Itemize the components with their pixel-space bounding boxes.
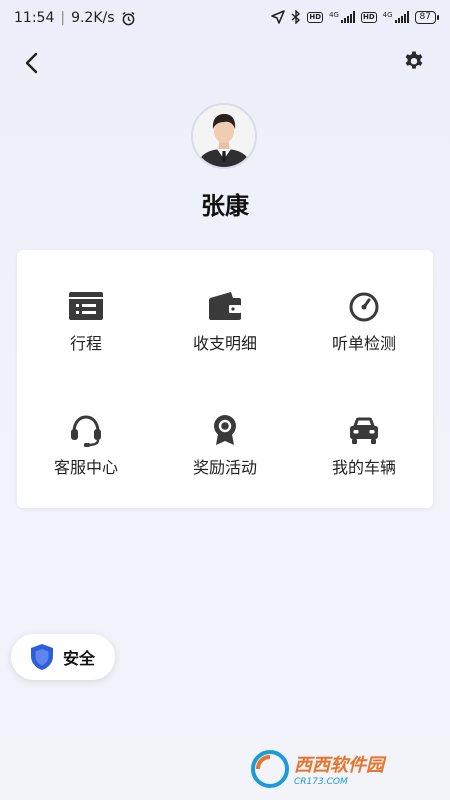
hd-badge-1: HD <box>307 11 324 23</box>
watermark-site: CR173.COM <box>294 777 348 787</box>
safety-label: 安全 <box>63 649 96 668</box>
wallet-icon <box>209 292 241 320</box>
alarm-icon <box>121 11 135 25</box>
watermark-brand: 西西软件园 <box>294 755 384 776</box>
award-icon <box>214 415 236 445</box>
net-label-2: 4G <box>382 11 393 19</box>
itinerary-icon <box>69 292 103 320</box>
battery-indicator: 87 <box>414 10 440 24</box>
function-grid-card: 行程 收支明细 听单检测 客服中心 奖励活动 我的车辆 <box>17 250 433 508</box>
signal-1-icon: 4G <box>329 11 355 23</box>
user-avatar-icon <box>193 105 255 167</box>
grid-item-rewards[interactable]: 奖励活动 <box>156 374 294 484</box>
net-label-1: 4G <box>329 11 339 19</box>
grid-label-my-vehicle: 我的车辆 <box>331 458 396 477</box>
grid-label-rewards: 奖励活动 <box>192 458 257 477</box>
grid-item-itinerary[interactable]: 行程 <box>17 250 155 360</box>
grid-label-wallet: 收支明细 <box>192 334 257 353</box>
shield-icon <box>31 644 53 670</box>
signal-2-icon: 4G <box>383 11 409 23</box>
car-icon <box>350 417 378 444</box>
bluetooth-icon <box>291 10 301 24</box>
hd-badge-2: HD <box>360 11 377 23</box>
grid-item-my-vehicle[interactable]: 我的车辆 <box>295 374 433 484</box>
status-right: HD 4G HD 4G 87 <box>271 10 440 24</box>
grid-item-wallet[interactable]: 收支明细 <box>156 250 294 360</box>
grid-item-order-check[interactable]: 听单检测 <box>295 250 433 360</box>
status-time: 11:54 <box>14 10 55 26</box>
grid-label-customer-service: 客服中心 <box>53 458 118 477</box>
chevron-left-icon[interactable] <box>20 50 46 76</box>
status-divider: | <box>60 10 66 26</box>
safety-button[interactable]: 安全 <box>11 634 115 680</box>
grid-label-itinerary: 行程 <box>69 334 102 353</box>
headset-icon <box>71 415 101 447</box>
status-speed: 9.2K/s <box>71 10 115 26</box>
location-icon <box>271 10 286 24</box>
watermark-logo-icon <box>251 750 289 788</box>
grid-label-order-check: 听单检测 <box>331 334 396 353</box>
status-bar: 11:54 | 9.2K/s HD 4G HD 4G 87 <box>0 0 450 38</box>
gauge-icon <box>349 292 379 322</box>
gear-icon[interactable] <box>402 50 426 74</box>
grid-item-customer-service[interactable]: 客服中心 <box>17 374 155 484</box>
avatar[interactable] <box>191 103 257 169</box>
status-left: 11:54 | 9.2K/s <box>14 10 136 26</box>
site-watermark: 西西软件园 CR173.COM <box>250 748 432 790</box>
profile-name: 张康 <box>201 192 249 220</box>
